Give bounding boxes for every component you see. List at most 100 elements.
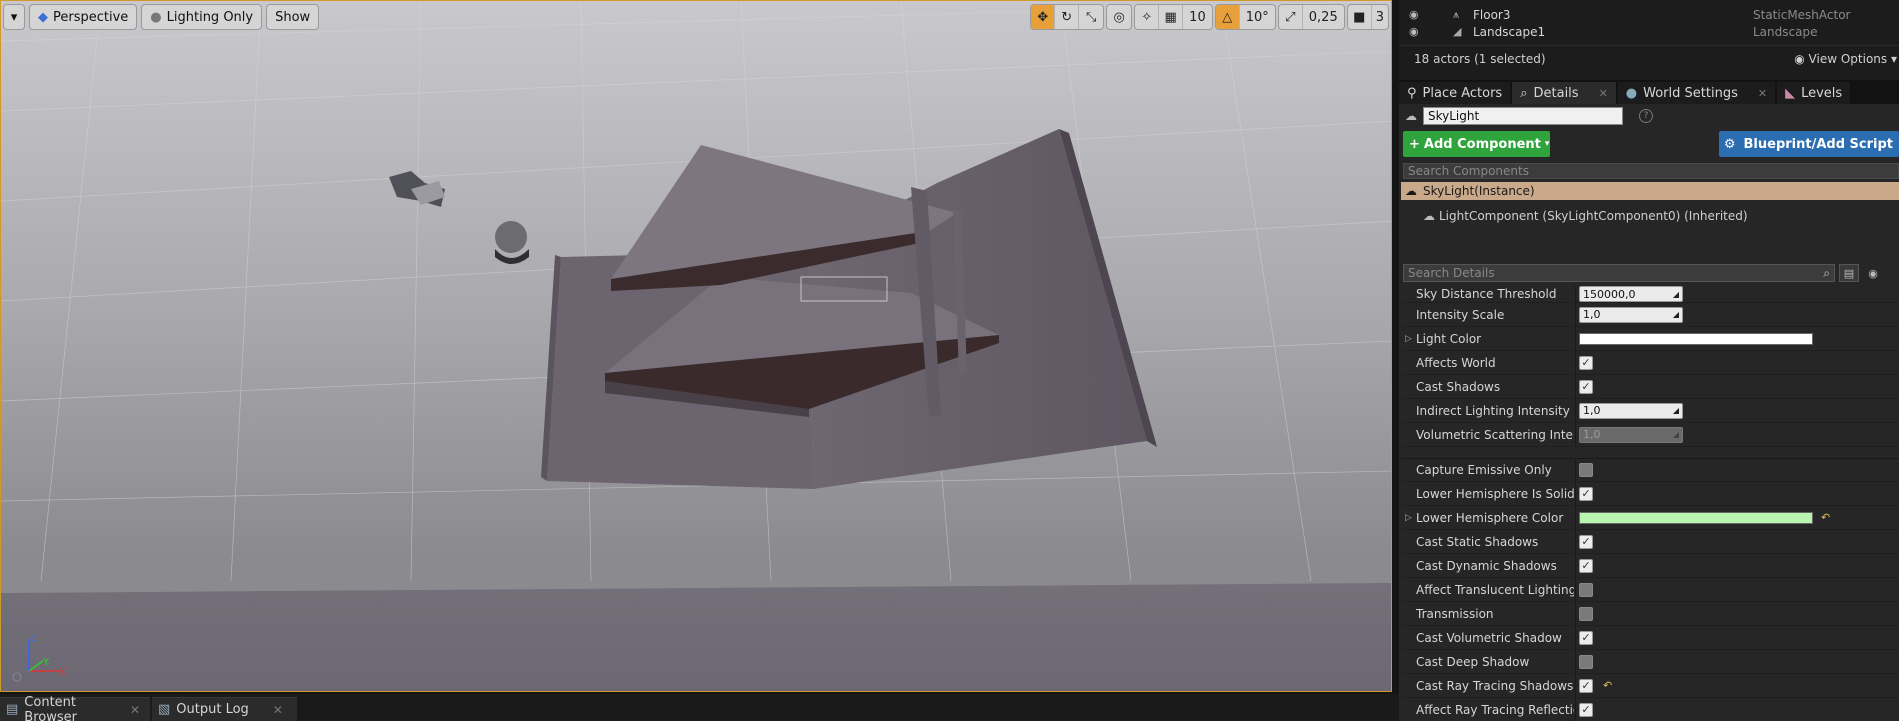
indirect-lighting-intensity-input[interactable]: 1,0 ◢ bbox=[1579, 402, 1683, 419]
add-component-button[interactable]: + Add Component ▾ bbox=[1403, 131, 1550, 157]
editor-side-panel: ◉ ⩚ Floor3 StaticMeshActor ◉ ◢ Landscape… bbox=[1399, 0, 1899, 721]
intensity-scale-input[interactable]: 1,0 ◢ bbox=[1579, 306, 1683, 323]
eye-icon[interactable]: ◉ bbox=[1409, 8, 1423, 21]
expand-arrow-icon[interactable]: ▷ bbox=[1405, 513, 1412, 523]
view-mode-button[interactable]: ● Lighting Only bbox=[141, 4, 263, 30]
capture-emissive-only-checkbox[interactable] bbox=[1579, 463, 1593, 477]
close-icon[interactable]: ✕ bbox=[130, 703, 140, 717]
actor-type: Landscape bbox=[1753, 24, 1818, 39]
details-view-options: ▤ ◉ bbox=[1839, 264, 1883, 282]
close-icon[interactable]: ✕ bbox=[1758, 87, 1767, 100]
search-icon: ⌕ bbox=[1520, 85, 1528, 101]
cast-ray-tracing-shadows-checkbox[interactable]: ✓ bbox=[1579, 678, 1593, 693]
camera-speed-group[interactable]: ■ 3 bbox=[1346, 4, 1389, 30]
level-viewport[interactable]: ▾ ◆ Perspective ● Lighting Only Show ✥ ↻… bbox=[0, 0, 1392, 692]
property-list: Sky Distance Threshold 150000,0 ◢ Intensi… bbox=[1401, 286, 1899, 721]
axis-gizmo: Z Y X bbox=[12, 635, 66, 682]
show-button[interactable]: Show bbox=[266, 4, 320, 30]
outliner-status: 18 actors (1 selected) ◉ View Options ▾ bbox=[1399, 45, 1899, 71]
component-tree-item-root[interactable]: ☁ SkyLight(Instance) bbox=[1401, 182, 1899, 200]
blueprint-icon: ⚙ bbox=[1723, 136, 1736, 152]
property-matrix-icon[interactable]: ▤ bbox=[1839, 264, 1859, 282]
angle-icon: △ bbox=[1222, 9, 1233, 25]
camera-speed-button[interactable]: ■ bbox=[1348, 5, 1372, 29]
close-icon[interactable]: ✕ bbox=[273, 703, 283, 717]
globe-icon: ● bbox=[1625, 85, 1638, 101]
tab-content-browser[interactable]: ▤ Content Browser ✕ bbox=[0, 694, 150, 721]
surface-snap-button[interactable]: ✧ bbox=[1135, 5, 1160, 29]
scale-snap-value[interactable]: 0,25 bbox=[1303, 5, 1344, 29]
affect-translucent-lighting-checkbox[interactable] bbox=[1579, 582, 1593, 597]
content-browser-icon: ▤ bbox=[6, 702, 19, 717]
cast-shadows-checkbox[interactable]: ✓ bbox=[1579, 379, 1593, 394]
tab-output-log[interactable]: ▧ Output Log ✕ bbox=[152, 697, 297, 721]
cast-dynamic-shadows-checkbox[interactable]: ✓ bbox=[1579, 558, 1593, 573]
cast-volumetric-shadow-checkbox[interactable]: ✓ bbox=[1579, 630, 1593, 645]
camera-icon: ■ bbox=[1353, 9, 1366, 25]
scale-tool[interactable]: ⤡ bbox=[1079, 5, 1103, 29]
lower-hemisphere-color-swatch[interactable] bbox=[1579, 511, 1813, 524]
grid-snap-value[interactable]: 10 bbox=[1183, 5, 1212, 29]
reset-to-default-icon[interactable]: ↶ bbox=[1603, 679, 1612, 692]
coordinate-space-toggle[interactable]: ◎ bbox=[1106, 4, 1133, 30]
rotation-snap-group: △ 10° bbox=[1214, 4, 1276, 30]
axis-origin-icon bbox=[12, 672, 22, 682]
property-row: Transmission bbox=[1401, 602, 1899, 626]
expand-arrow-icon[interactable]: ▷ bbox=[1405, 334, 1412, 344]
volumetric-scattering-intensity-input[interactable]: 1,0 ◢ bbox=[1579, 426, 1683, 443]
tab-label: Content Browser bbox=[24, 694, 77, 721]
light-color-swatch[interactable] bbox=[1579, 332, 1813, 345]
tab-levels[interactable]: ◣ Levels bbox=[1777, 82, 1851, 104]
eye-icon[interactable]: ◉ bbox=[1863, 264, 1883, 282]
viewport-scene[interactable] bbox=[1, 1, 1392, 692]
search-details-input[interactable]: Search Details ⌕ bbox=[1403, 264, 1835, 282]
search-components-input[interactable]: Search Components bbox=[1403, 163, 1899, 179]
tab-place-actors[interactable]: ⚲ Place Actors bbox=[1399, 82, 1511, 104]
tab-world-settings[interactable]: ● World Settings ✕ bbox=[1617, 82, 1776, 104]
component-tree-item-child[interactable]: ☁ LightComponent (SkyLightComponent0) (I… bbox=[1423, 209, 1748, 223]
property-row: Volumetric Scattering Intensity 1,0◢ bbox=[1401, 423, 1899, 447]
tab-details[interactable]: ⌕ Details ✕ bbox=[1512, 82, 1616, 104]
rotate-tool[interactable]: ↻ bbox=[1055, 5, 1080, 29]
affects-world-checkbox[interactable]: ✓ bbox=[1579, 355, 1593, 370]
translate-tool[interactable]: ✥ bbox=[1031, 5, 1056, 29]
property-row: Affect Translucent Lighting bbox=[1401, 578, 1899, 602]
outliner-row[interactable]: ◉ ⩚ Floor3 StaticMeshActor bbox=[1399, 6, 1899, 23]
search-icon: ⌕ bbox=[1823, 265, 1830, 280]
camera-speed-value: 3 bbox=[1375, 9, 1384, 25]
property-row: Cast Static Shadows ✓ bbox=[1401, 530, 1899, 554]
view-options-button[interactable]: ◉ View Options ▾ bbox=[1794, 52, 1899, 66]
property-row: Affects World ✓ bbox=[1401, 351, 1899, 375]
place-actors-icon: ⚲ bbox=[1407, 85, 1417, 101]
actor-name: Floor3 bbox=[1473, 7, 1511, 22]
drag-handle-icon: ◢ bbox=[1672, 310, 1679, 319]
scale-snap-toggle[interactable]: ⤢ bbox=[1279, 5, 1303, 29]
axis-x-label: X bbox=[59, 667, 66, 678]
grid-snap-toggle[interactable]: ▦ bbox=[1159, 5, 1184, 29]
perspective-button[interactable]: ◆ Perspective bbox=[29, 4, 138, 30]
drag-handle-icon: ◢ bbox=[1672, 289, 1679, 299]
rotation-snap-value[interactable]: 10° bbox=[1240, 5, 1275, 29]
world-outliner: ◉ ⩚ Floor3 StaticMeshActor ◉ ◢ Landscape… bbox=[1399, 0, 1899, 71]
plus-icon: + bbox=[1409, 136, 1420, 152]
sky-distance-threshold-input[interactable]: 150000,0 ◢ bbox=[1579, 286, 1683, 302]
eye-icon: ◉ bbox=[1794, 51, 1805, 66]
rotation-snap-toggle[interactable]: △ bbox=[1215, 5, 1240, 29]
scale-snap-icon: ⤢ bbox=[1285, 9, 1296, 25]
scale-snap-group: ⤢ 0,25 bbox=[1277, 4, 1345, 30]
close-icon[interactable]: ✕ bbox=[1599, 87, 1608, 100]
outliner-row[interactable]: ◉ ◢ Landscape1 Landscape bbox=[1399, 23, 1899, 40]
eye-icon[interactable]: ◉ bbox=[1409, 25, 1423, 38]
details-panel: ☁ SkyLight ? + Add Component ▾ ⚙ Bluepri… bbox=[1399, 104, 1899, 721]
affect-ray-tracing-reflections-checkbox[interactable]: ✓ bbox=[1579, 702, 1593, 717]
viewport-menu-button[interactable]: ▾ bbox=[3, 4, 25, 30]
lower-hemisphere-solid-color-checkbox[interactable]: ✓ bbox=[1579, 486, 1593, 501]
cast-deep-shadow-checkbox[interactable] bbox=[1579, 654, 1593, 669]
help-icon[interactable]: ? bbox=[1639, 109, 1653, 123]
cast-static-shadows-checkbox[interactable]: ✓ bbox=[1579, 534, 1593, 549]
world-space-button[interactable]: ◎ bbox=[1107, 5, 1131, 29]
transmission-checkbox[interactable] bbox=[1579, 606, 1593, 621]
blueprint-add-script-button[interactable]: ⚙ Blueprint/Add Script bbox=[1719, 131, 1899, 157]
reset-to-default-icon[interactable]: ↶ bbox=[1821, 511, 1830, 524]
actor-name-input[interactable]: SkyLight bbox=[1423, 107, 1623, 125]
